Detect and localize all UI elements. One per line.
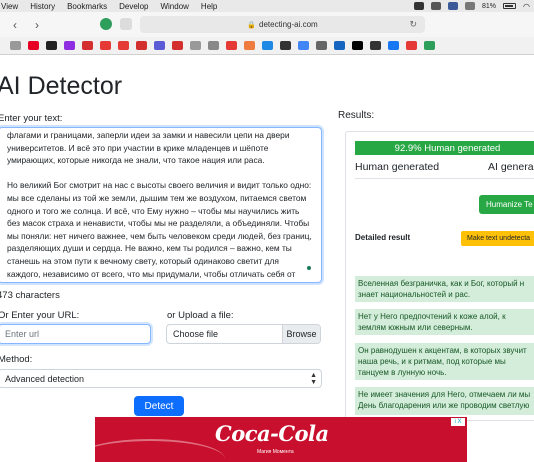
make-undetectable-button[interactable]: Make text undetecta xyxy=(461,231,534,246)
detect-button[interactable]: Detect xyxy=(134,396,184,416)
segment-line: Вселенная безграничка, как и Бог, которы… xyxy=(358,279,525,288)
segment-line: Он равнодушен к акцентам, в которых звуч… xyxy=(358,346,527,355)
result-segment: Нет у Него предпочтений к коже алой, к з… xyxy=(355,309,534,335)
menu-bookmarks[interactable]: Bookmarks xyxy=(67,2,107,11)
menu-develop[interactable]: Develop xyxy=(119,2,148,11)
menu-window[interactable]: Window xyxy=(160,2,188,11)
bookmark-icon[interactable] xyxy=(154,41,165,50)
wifi-icon[interactable]: ◠ xyxy=(523,2,530,11)
url-input[interactable]: Enter url xyxy=(0,324,151,344)
text-paragraph: Но великий Бог смотрит на нас с высоты с… xyxy=(7,180,312,282)
humanize-text-button[interactable]: Humanize Te xyxy=(479,195,534,214)
file-upload[interactable]: Choose file Browse xyxy=(166,324,321,344)
segment-line: танцуем в лунную ночь. xyxy=(358,368,447,377)
segment-line: Не имеет значения для Него, отмечаем ли … xyxy=(358,390,531,399)
coca-cola-logo: Coca-Cola xyxy=(215,421,329,446)
address-bar[interactable]: 🔒 detecting-ai.com ↻ xyxy=(140,16,425,33)
back-icon[interactable]: ‹ xyxy=(8,18,22,32)
bookmark-icon[interactable] xyxy=(298,41,309,50)
method-select[interactable]: Advanced detection ▲ ▼ xyxy=(0,369,322,388)
menu-help[interactable]: Help xyxy=(201,2,217,11)
bookmark-icon[interactable] xyxy=(424,41,435,50)
status-app-icon[interactable] xyxy=(414,2,424,10)
macos-menu-bar: View History Bookmarks Develop Window He… xyxy=(0,0,534,12)
bookmark-icon[interactable] xyxy=(64,41,75,50)
ad-wave-decoration xyxy=(95,439,225,462)
toolbar-extensions xyxy=(100,18,132,30)
bookmark-icon[interactable] xyxy=(28,41,39,50)
human-generated-label: Human generated xyxy=(355,161,440,173)
method-label: Method: xyxy=(0,354,33,365)
upload-label: or Upload a file: xyxy=(167,310,234,321)
bookmarks-bar xyxy=(0,37,534,55)
sidebar-icon[interactable] xyxy=(120,18,132,30)
resize-handle[interactable] xyxy=(307,266,311,270)
bookmark-icon[interactable] xyxy=(136,41,147,50)
forward-icon[interactable]: › xyxy=(30,18,44,32)
bookmark-icon[interactable] xyxy=(10,41,21,50)
url-placeholder: Enter url xyxy=(5,329,40,339)
ad-tagline: Магия Момента xyxy=(257,449,294,455)
extension-icon[interactable] xyxy=(100,18,112,30)
status-app-icon[interactable] xyxy=(465,2,475,10)
bookmark-icon[interactable] xyxy=(406,41,417,50)
bookmark-icon[interactable] xyxy=(316,41,327,50)
result-segment: Вселенная безграничка, как и Бог, которы… xyxy=(355,276,534,302)
result-segment: Он равнодушен к акцентам, в которых звуч… xyxy=(355,343,534,380)
results-label: Results: xyxy=(338,110,375,121)
segment-line: землям южным или северным. xyxy=(358,323,473,332)
method-value: Advanced detection xyxy=(5,373,85,384)
bookmark-icon[interactable] xyxy=(226,41,237,50)
text-paragraph: флагами и границами, заперли идеи за зам… xyxy=(7,130,290,166)
bookmark-icon[interactable] xyxy=(244,41,255,50)
segment-line: наша речь, и к ритмам, под которые мы xyxy=(358,357,506,366)
select-caret-icon: ▲ ▼ xyxy=(310,371,317,386)
bookmark-icon[interactable] xyxy=(190,41,201,50)
bookmark-icon[interactable] xyxy=(118,41,129,50)
text-input[interactable]: флагами и границами, заперли идеи за зам… xyxy=(0,127,322,283)
browse-button[interactable]: Browse xyxy=(282,325,320,343)
url-label: Or Enter your URL: xyxy=(0,310,80,321)
enter-text-label: Enter your text: xyxy=(0,113,63,124)
lock-icon: 🔒 xyxy=(247,21,256,29)
ad-close-icon[interactable]: i X xyxy=(451,418,465,426)
coca-cola-ad-banner[interactable]: Coca-Cola Магия Момента i X xyxy=(95,417,467,462)
reload-icon[interactable]: ↻ xyxy=(409,19,417,30)
bookmark-icon[interactable] xyxy=(82,41,93,50)
divider xyxy=(355,178,534,179)
bookmark-icon[interactable] xyxy=(334,41,345,50)
bookmark-icon[interactable] xyxy=(208,41,219,50)
url-text: detecting-ai.com xyxy=(259,20,318,29)
bookmark-icon[interactable] xyxy=(280,41,291,50)
segment-line: День благодарения или же проводим светлу… xyxy=(358,401,530,410)
result-segment: Не имеет значения для Него, отмечаем ли … xyxy=(355,387,534,415)
battery-percent: 81% xyxy=(482,2,497,10)
menu-history[interactable]: History xyxy=(30,2,55,11)
battery-icon[interactable] xyxy=(503,3,517,9)
bookmark-icon[interactable] xyxy=(172,41,183,50)
bookmark-icon[interactable] xyxy=(388,41,399,50)
status-app-icon[interactable] xyxy=(431,2,441,10)
bookmark-icon[interactable] xyxy=(100,41,111,50)
bookmark-icon[interactable] xyxy=(370,41,381,50)
status-icons: 81% ◠ xyxy=(414,0,530,12)
choose-file-text[interactable]: Choose file xyxy=(167,325,282,343)
bookmark-icon[interactable] xyxy=(352,41,363,50)
page-title: AI Detector xyxy=(0,72,123,100)
ai-generated-label: AI genera xyxy=(488,161,534,173)
segment-line: Нет у Него предпочтений к коже алой, к xyxy=(358,312,506,321)
char-count: 473 characters xyxy=(0,290,60,301)
human-progress-bar: 92.9% Human generated xyxy=(355,141,534,155)
browser-toolbar: ‹ › 🔒 detecting-ai.com ↻ xyxy=(0,12,534,37)
segment-line: знает национальностей и рас. xyxy=(358,290,471,299)
bookmark-icon[interactable] xyxy=(262,41,273,50)
menu-view[interactable]: View xyxy=(1,2,18,11)
detailed-result-label: Detailed result xyxy=(355,233,411,242)
status-app-icon[interactable] xyxy=(448,2,458,10)
bookmark-icon[interactable] xyxy=(46,41,57,50)
